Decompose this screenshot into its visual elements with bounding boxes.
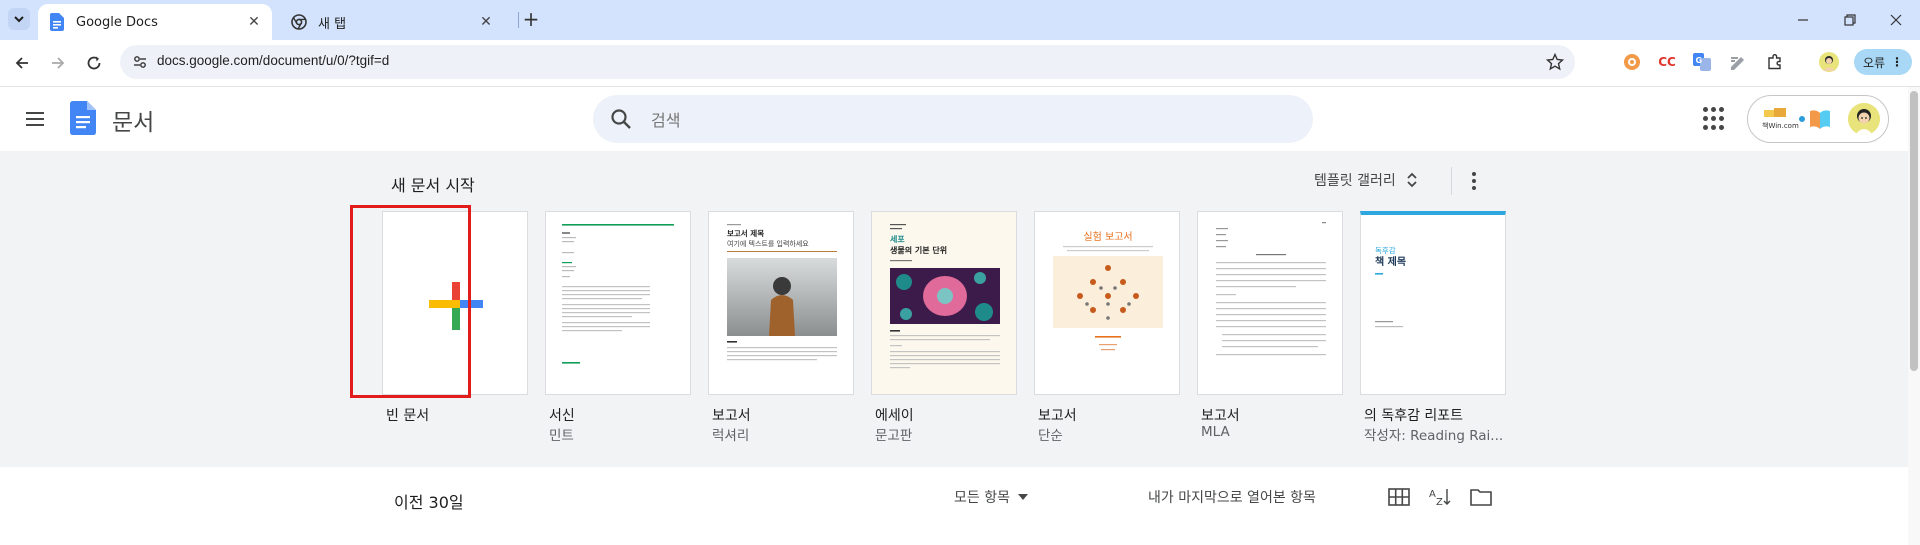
- extensions-puzzle-icon[interactable]: [1764, 51, 1786, 73]
- close-icon[interactable]: ✕: [244, 12, 264, 32]
- svg-text:보고서 제목: 보고서 제목: [727, 228, 764, 238]
- template-card-report-mla[interactable]: [1197, 211, 1343, 395]
- template-title: 보고서: [1201, 408, 1240, 424]
- url-text: docs.google.com/document/u/0/?tgif=d: [157, 53, 390, 68]
- essay-preview: 세포 생물의 기본 단위: [890, 224, 1000, 369]
- letter-preview: [562, 224, 674, 364]
- extension-orange-icon[interactable]: [1621, 51, 1643, 73]
- owner-filter-dropdown[interactable]: 모든 항목: [954, 487, 1028, 507]
- template-card-letter-mint[interactable]: [545, 211, 691, 395]
- google-apps-icon[interactable]: [1703, 107, 1727, 131]
- sort-order-label[interactable]: 내가 마지막으로 열어본 항목: [1148, 487, 1316, 507]
- chevron-down-icon: [14, 16, 24, 23]
- translate-extension-icon[interactable]: G: [1691, 51, 1713, 73]
- reload-icon[interactable]: [81, 50, 107, 76]
- restore-icon[interactable]: [1837, 8, 1863, 32]
- template-card-blank[interactable]: [382, 211, 528, 395]
- account-brand-logo: 책Win.com: [1760, 106, 1840, 132]
- account-avatar: [1848, 103, 1880, 135]
- tab-google-docs[interactable]: Google Docs ✕: [38, 4, 272, 40]
- search-input[interactable]: [649, 95, 1253, 145]
- svg-text:세포: 세포: [890, 234, 905, 244]
- app-title[interactable]: 문서: [112, 103, 154, 137]
- report-simple-preview: 실험 보고서: [1053, 231, 1163, 351]
- more-vert-icon: ⋮: [1891, 55, 1904, 69]
- recent-documents-bar: 이전 30일 모든 항목 내가 마지막으로 열어본 항목 AZ: [0, 467, 1908, 545]
- template-subtitle: MLA: [1201, 424, 1230, 440]
- template-subtitle: 작성자: Reading Rai...: [1364, 428, 1504, 444]
- svg-text:여기에 텍스트를 입력하세요: 여기에 텍스트를 입력하세요: [727, 239, 809, 248]
- template-title: 빈 문서: [386, 408, 430, 424]
- search-icon[interactable]: [609, 107, 633, 131]
- svg-text:책 제목: 책 제목: [1375, 255, 1406, 268]
- error-label: 오류: [1862, 55, 1886, 70]
- template-title: 보고서: [1038, 408, 1077, 424]
- unfold-icon: [1407, 172, 1417, 188]
- template-title: 에세이: [875, 408, 914, 424]
- error-menu-button[interactable]: 오류 ⋮: [1854, 49, 1912, 75]
- extension-cc-icon[interactable]: CC: [1656, 51, 1678, 73]
- tab-title: Google Docs: [76, 14, 158, 30]
- main-menu-icon[interactable]: [22, 107, 48, 131]
- template-subtitle: 문고판: [875, 428, 913, 444]
- report-luxury-preview: 보고서 제목 여기에 텍스트를 입력하세요: [727, 224, 837, 361]
- grid-view-icon[interactable]: [1386, 485, 1412, 509]
- svg-text:G: G: [1696, 56, 1703, 65]
- scrollbar-thumb[interactable]: [1910, 91, 1918, 371]
- svg-text:Z: Z: [1436, 497, 1443, 507]
- tab-divider: [518, 12, 519, 28]
- profile-avatar-icon[interactable]: [1818, 51, 1840, 73]
- report-mla-preview: [1216, 222, 1326, 356]
- book-report-preview: 독후감 책 제목: [1375, 245, 1406, 328]
- gallery-heading: 새 문서 시작: [391, 176, 475, 195]
- recent-section-title: 이전 30일: [394, 493, 464, 512]
- tab-new-tab[interactable]: 새 탭 ✕: [280, 4, 504, 40]
- template-card-report-simple[interactable]: 실험 보고서: [1034, 211, 1180, 395]
- template-subtitle: 럭셔리: [712, 428, 750, 444]
- template-title: 의 독후감 리포트: [1364, 408, 1464, 424]
- template-gallery-toggle[interactable]: 템플릿 갤러리: [1314, 170, 1418, 190]
- pencil-extension-icon[interactable]: [1727, 51, 1749, 73]
- chrome-icon: [290, 13, 308, 31]
- template-subtitle: 단순: [1038, 428, 1063, 444]
- minimize-icon[interactable]: [1790, 8, 1816, 32]
- svg-text:생물의 기본 단위: 생물의 기본 단위: [890, 245, 947, 255]
- tab-search-button[interactable]: [8, 8, 30, 30]
- template-gallery-label: 템플릿 갤러리: [1314, 173, 1396, 189]
- new-tab-button[interactable]: +: [520, 7, 542, 31]
- close-icon[interactable]: ✕: [476, 12, 496, 32]
- gallery-divider: [1451, 167, 1452, 195]
- search-box[interactable]: [593, 95, 1313, 145]
- owner-filter-label: 모든 항목: [954, 490, 1010, 506]
- docs-favicon-icon: [48, 13, 66, 31]
- address-bar[interactable]: docs.google.com/document/u/0/?tgif=d: [120, 45, 1575, 79]
- svg-text:독후감: 독후감: [1375, 245, 1396, 255]
- dropdown-arrow-icon: [1017, 494, 1028, 500]
- template-card-report-luxury[interactable]: 보고서 제목 여기에 텍스트를 입력하세요: [708, 211, 854, 395]
- folder-icon[interactable]: [1468, 485, 1494, 509]
- template-card-essay-paperback[interactable]: 세포 생물의 기본 단위: [871, 211, 1017, 395]
- plus-icon: [429, 282, 483, 330]
- account-switcher[interactable]: 책Win.com: [1747, 95, 1889, 143]
- template-card-book-report[interactable]: 독후감 책 제목: [1360, 211, 1506, 395]
- svg-text:책Win.com: 책Win.com: [1762, 121, 1799, 130]
- gallery-more-icon[interactable]: [1463, 169, 1485, 193]
- bookmark-star-icon[interactable]: [1545, 52, 1565, 72]
- forward-icon[interactable]: [45, 50, 71, 76]
- back-icon[interactable]: [9, 50, 35, 76]
- sort-az-icon[interactable]: AZ: [1427, 485, 1453, 509]
- svg-text:A: A: [1429, 489, 1436, 500]
- template-title: 서신: [549, 408, 575, 424]
- site-info-icon[interactable]: [130, 52, 150, 72]
- tab-title: 새 탭: [318, 16, 347, 32]
- docs-header: 문서 책Win.com: [0, 87, 1920, 151]
- template-gallery: 새 문서 시작 템플릿 갤러리 빈 문서 서신 민트 보고서 제목 여기에 텍스…: [0, 151, 1908, 467]
- close-window-icon[interactable]: [1883, 8, 1909, 32]
- tab-strip: Google Docs ✕ 새 탭 ✕ +: [0, 0, 1920, 40]
- page-scrollbar[interactable]: [1908, 87, 1920, 545]
- template-title: 보고서: [712, 408, 751, 424]
- svg-text:실험 보고서: 실험 보고서: [1083, 231, 1132, 243]
- template-subtitle: 민트: [549, 428, 574, 444]
- docs-logo-icon[interactable]: [70, 101, 96, 135]
